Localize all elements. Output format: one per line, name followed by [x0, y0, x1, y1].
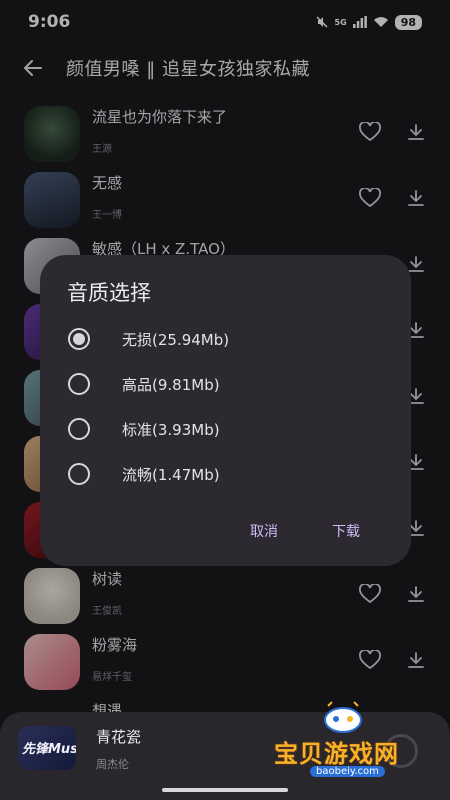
cancel-button[interactable]: 取消	[242, 517, 286, 545]
player-artist: 周杰伦	[96, 758, 129, 771]
radio-icon[interactable]	[68, 463, 90, 485]
option-label: 无损(25.94Mb)	[122, 330, 230, 349]
option-label: 高品(9.81Mb)	[122, 375, 220, 394]
quality-option-standard[interactable]: 标准(3.93Mb)	[40, 409, 411, 449]
watermark-url: baobeiy.com	[310, 766, 385, 777]
gamepad-mascot-icon	[324, 701, 362, 733]
download-confirm-button[interactable]: 下载	[324, 517, 368, 545]
quality-option-smooth[interactable]: 流畅(1.47Mb)	[40, 454, 411, 494]
watermark-text: 宝贝游戏网	[274, 740, 399, 768]
option-label: 标准(3.93Mb)	[122, 420, 220, 439]
radio-icon[interactable]	[68, 418, 90, 440]
player-cover: 先锋Music	[18, 726, 76, 770]
quality-option-lossless[interactable]: 无损(25.94Mb)	[40, 319, 411, 359]
radio-icon[interactable]	[68, 373, 90, 395]
option-label: 流畅(1.47Mb)	[122, 465, 220, 484]
dialog-title: 音质选择	[67, 281, 151, 305]
home-indicator[interactable]	[162, 788, 288, 792]
quality-dialog: 音质选择 无损(25.94Mb) 高品(9.81Mb) 标准(3.93Mb) 流…	[40, 255, 411, 566]
quality-option-high[interactable]: 高品(9.81Mb)	[40, 364, 411, 404]
player-cover-text: 先锋Music	[22, 742, 76, 757]
player-title: 青花瓷	[96, 728, 142, 746]
watermark: 宝贝游戏网 baobeiy.com	[272, 700, 432, 780]
radio-selected-icon[interactable]	[68, 328, 90, 350]
